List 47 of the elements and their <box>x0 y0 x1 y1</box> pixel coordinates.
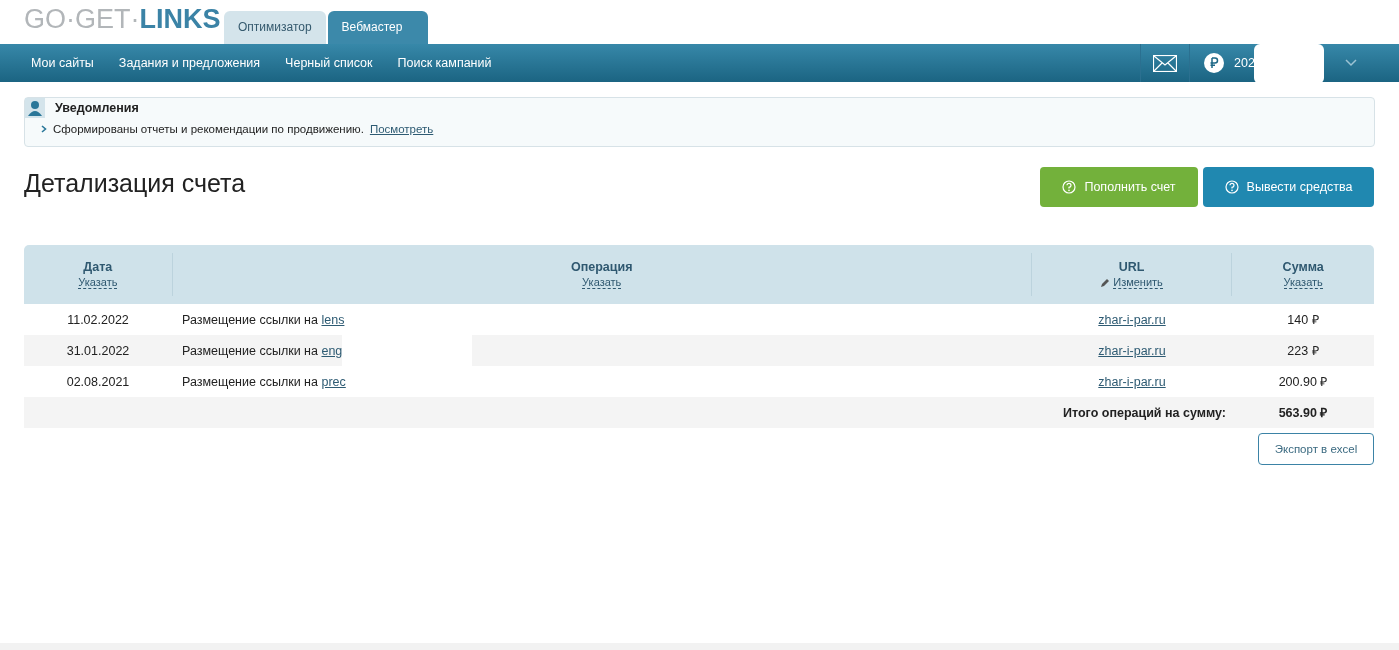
column-action-link[interactable]: Изменить <box>1113 276 1163 289</box>
nav-link[interactable]: Задания и предложения <box>118 56 261 70</box>
ruble-icon <box>1204 53 1224 73</box>
envelope-icon <box>1153 54 1177 72</box>
sum-cell-text: 223 ₽ <box>1286 343 1320 359</box>
column-header: Сумма <box>1282 260 1324 274</box>
date-cell-text: 31.01.2022 <box>65 343 131 358</box>
sum-cell-text: 200.90 ₽ <box>1277 374 1329 390</box>
notification-text: Сформированы отчеты и рекомендации по продвижению. <box>53 123 364 135</box>
operation-text: Размещение ссылки на <box>182 374 318 389</box>
pencil-icon <box>1100 277 1111 288</box>
total-label: Итого операций на сумму: <box>1062 405 1227 420</box>
url-link[interactable]: zhar-i-par.ru <box>1098 312 1166 327</box>
target-link[interactable]: prec <box>321 374 346 389</box>
logo[interactable]: GO·GET·LINKS <box>24 4 224 35</box>
target-link[interactable]: lens <box>321 312 345 327</box>
export-button[interactable]: Экспорт в excel <box>1258 433 1374 465</box>
chevron-down-icon[interactable] <box>1344 59 1357 67</box>
operation-text: Размещение ссылки на <box>182 312 318 327</box>
nav-link[interactable]: Черный список <box>285 56 373 70</box>
help-icon <box>1062 180 1077 194</box>
nav-link[interactable]: Поиск кампаний <box>397 56 492 70</box>
action-button[interactable]: Вывести средства <box>1203 167 1374 207</box>
view-link[interactable]: Посмотреть <box>369 123 434 135</box>
column-header: Дата <box>83 260 113 274</box>
mail-button[interactable] <box>1140 44 1190 82</box>
date-cell-text: 02.08.2021 <box>65 374 131 389</box>
help-icon <box>1224 180 1239 194</box>
chevron-right-icon <box>41 125 47 133</box>
operation-text: Размещение ссылки на <box>182 343 318 358</box>
column-header: Операция <box>570 260 633 274</box>
section-tab[interactable]: Оптимизатор <box>224 11 326 44</box>
notification-title: Уведомления <box>55 101 139 115</box>
sum-cell-text: 140 ₽ <box>1286 312 1320 328</box>
column-action-link[interactable]: Указать <box>582 276 622 289</box>
url-link[interactable]: zhar-i-par.ru <box>1098 374 1166 389</box>
url-link[interactable]: zhar-i-par.ru <box>1098 343 1166 358</box>
column-header: URL <box>1118 260 1145 274</box>
target-link[interactable]: eng <box>321 343 343 358</box>
page-title: Детализация счета <box>24 169 246 199</box>
total-amount: 563.90 ₽ <box>1277 405 1329 421</box>
nav-link[interactable]: Мои сайты <box>31 56 94 70</box>
column-action-link[interactable]: Указать <box>1283 276 1323 289</box>
column-action-link[interactable]: Указать <box>78 276 118 289</box>
section-tab[interactable]: Вебмастер <box>327 11 429 44</box>
balance-amount[interactable]: 202 <box>1234 56 1255 70</box>
date-cell-text: 11.02.2022 <box>66 312 130 327</box>
